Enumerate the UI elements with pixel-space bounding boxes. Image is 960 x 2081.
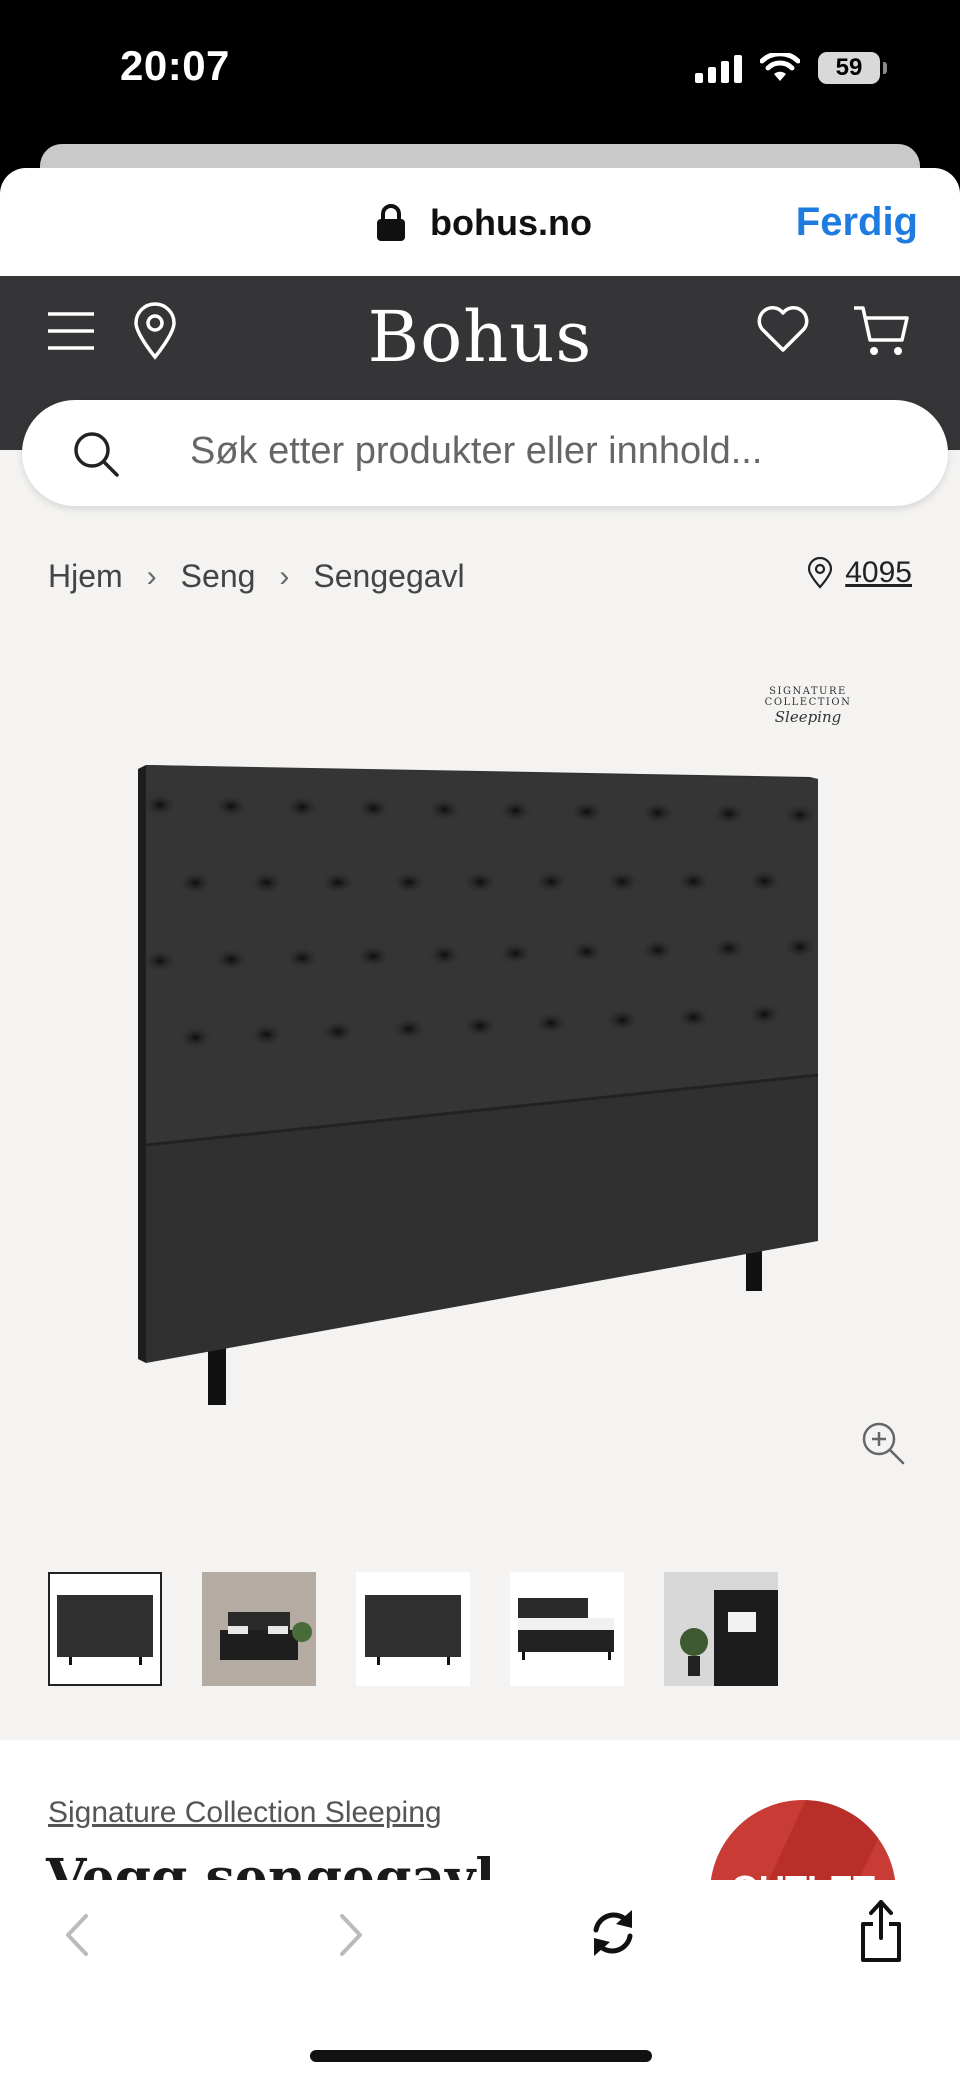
tuft-button xyxy=(677,870,710,893)
breadcrumb-home[interactable]: Hjem xyxy=(48,558,123,595)
tuft-button xyxy=(784,936,816,958)
tuft-button xyxy=(677,1006,710,1029)
breadcrumb-sengegavl[interactable]: Sengegavl xyxy=(313,558,464,595)
heart-icon[interactable] xyxy=(756,304,810,354)
reload-icon[interactable] xyxy=(586,1906,640,1960)
chevron-right-icon: › xyxy=(146,559,157,593)
tuft-button xyxy=(464,1015,496,1037)
brand-logo-mark: SIGNATURE COLLECTION Sleeping xyxy=(726,686,890,726)
tuft-button xyxy=(144,950,176,972)
thumbnail-strip xyxy=(48,1572,778,1686)
browser-toolbar xyxy=(0,1880,960,2081)
brand-mark-line1: SIGNATURE COLLECTION xyxy=(764,686,852,708)
product-info: Signature Collection Sleeping Vegg senge… xyxy=(0,1740,960,1880)
status-icons: 59 xyxy=(695,52,887,84)
tuft-button xyxy=(250,1023,283,1046)
url-text[interactable]: bohus.no xyxy=(430,202,592,244)
location-pin-icon xyxy=(808,557,833,589)
tuft-button xyxy=(357,945,390,968)
tuft-button xyxy=(712,802,745,825)
tuft-button xyxy=(535,870,568,893)
tuft-button xyxy=(179,1026,212,1049)
status-time: 20:07 xyxy=(120,42,230,89)
tuft-button xyxy=(535,1012,568,1035)
wifi-icon xyxy=(760,53,800,81)
outlet-badge-text: OUTLET xyxy=(710,1868,896,1880)
tuft-button xyxy=(428,943,461,966)
done-button[interactable]: Ferdig xyxy=(796,200,918,245)
tuft-button xyxy=(357,797,390,820)
tuft-button xyxy=(641,801,674,824)
thumbnail-4[interactable] xyxy=(510,1572,624,1686)
browser-url-bar: bohus.no Ferdig xyxy=(0,168,960,276)
tuft-button xyxy=(570,940,603,963)
product-title: Vegg sengegavl xyxy=(46,1848,496,1880)
back-icon[interactable] xyxy=(58,1910,98,1960)
tuft-button xyxy=(392,1017,425,1040)
tuft-button xyxy=(179,871,212,894)
thumbnail-3[interactable] xyxy=(356,1572,470,1686)
thumbnail-1[interactable] xyxy=(48,1572,162,1686)
zoom-in-icon[interactable] xyxy=(860,1420,906,1466)
battery-icon: 59 xyxy=(818,52,887,84)
tuft-button xyxy=(641,939,674,962)
battery-level: 59 xyxy=(835,54,863,81)
tuft-button xyxy=(499,799,532,822)
tuft-button xyxy=(392,871,425,894)
store-selector[interactable]: 4095 xyxy=(807,556,912,590)
tuft-button xyxy=(428,798,461,821)
tuft-button xyxy=(321,1020,354,1043)
tuft-button xyxy=(286,946,319,969)
chevron-right-icon: › xyxy=(279,559,290,593)
tuft-button xyxy=(712,937,745,960)
thumbnail-2[interactable] xyxy=(202,1572,316,1686)
product-image[interactable] xyxy=(110,755,850,1415)
lock-icon xyxy=(377,204,405,241)
tuft-button xyxy=(499,942,532,965)
cellular-signal-icon xyxy=(695,53,742,83)
tuft-button xyxy=(748,1003,781,1026)
tuft-button xyxy=(250,871,283,894)
store-number[interactable]: 4095 xyxy=(845,556,912,590)
brand-link[interactable]: Signature Collection Sleeping xyxy=(48,1796,442,1830)
home-indicator xyxy=(310,2050,652,2062)
tuft-button xyxy=(215,795,248,818)
tuft-button xyxy=(144,794,176,816)
screen: 20:07 59 bohus.no Ferdig Bohus Søk etter… xyxy=(0,0,960,2081)
tuft-button xyxy=(606,1009,639,1032)
tuft-button xyxy=(748,870,781,893)
tuft-button xyxy=(570,800,603,823)
forward-icon[interactable] xyxy=(330,1910,370,1960)
tuft-button xyxy=(215,948,248,971)
tuft-button xyxy=(321,871,354,894)
status-bar: 20:07 59 xyxy=(0,0,960,140)
cart-icon[interactable] xyxy=(852,304,910,358)
search-input[interactable]: Søk etter produkter eller innhold... xyxy=(22,400,948,506)
tuft-button xyxy=(784,804,816,826)
thumbnail-5[interactable] xyxy=(664,1572,778,1686)
site-logo[interactable]: Bohus xyxy=(0,296,960,378)
brand-mark-line2: Sleeping xyxy=(774,708,842,726)
share-icon[interactable] xyxy=(858,1898,904,1964)
breadcrumb-seng[interactable]: Seng xyxy=(181,558,256,595)
outlet-badge: OUTLET xyxy=(710,1800,896,1880)
breadcrumb: Hjem › Seng › Sengegavl xyxy=(48,558,465,595)
tuft-button xyxy=(464,871,496,893)
tuft-button xyxy=(286,796,319,819)
search-placeholder: Søk etter produkter eller innhold... xyxy=(190,430,763,472)
search-icon xyxy=(74,432,119,477)
tuft-button xyxy=(606,870,639,893)
